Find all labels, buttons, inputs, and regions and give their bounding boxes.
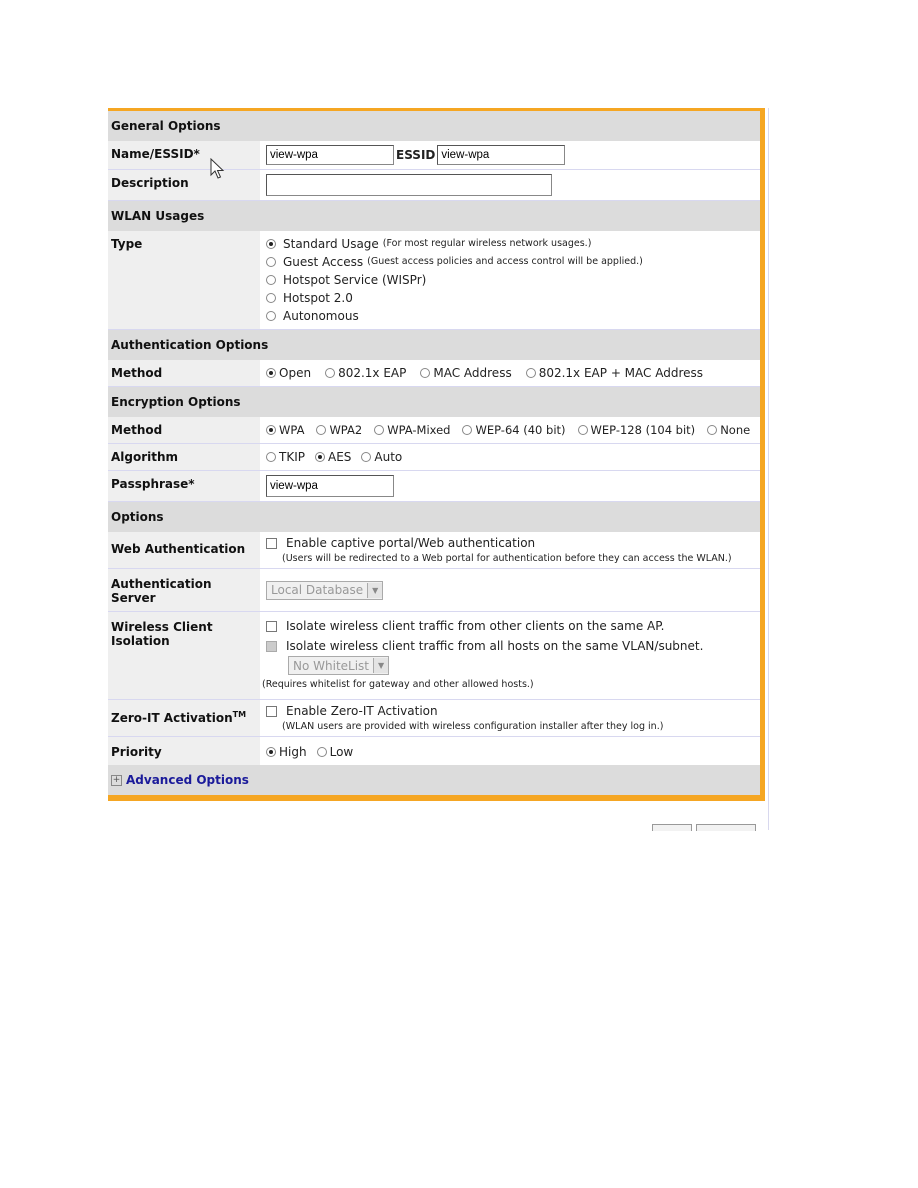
row-web-authentication: Web Authentication Enable captive portal…	[108, 532, 760, 569]
advanced-options-toggle[interactable]: + Advanced Options	[108, 765, 760, 795]
row-zero-it: Zero-IT ActivationTM Enable Zero-IT Acti…	[108, 700, 760, 737]
radio-icon[interactable]	[316, 747, 327, 757]
encryption-method-label: Method	[108, 417, 260, 443]
section-wlan-usages: WLAN Usages	[108, 201, 760, 231]
row-passphrase: Passphrase*	[108, 471, 760, 502]
auth-server-label: Authentication Server	[108, 569, 260, 611]
radio-icon[interactable]	[325, 368, 336, 378]
page-edge-line	[768, 108, 769, 830]
passphrase-label: Passphrase*	[108, 471, 260, 501]
enc-option-wpa[interactable]: WPA	[266, 423, 304, 437]
priority-label: Priority	[108, 737, 260, 765]
algorithm-label: Algorithm	[108, 444, 260, 470]
type-option-standard[interactable]: Standard Usage (For most regular wireles…	[266, 235, 754, 253]
type-label: Type	[108, 231, 260, 329]
section-options: Options	[108, 502, 760, 532]
whitelist-note: (Requires whitelist for gateway and othe…	[262, 679, 534, 690]
radio-icon[interactable]	[266, 293, 276, 303]
row-client-isolation: Wireless Client Isolation Isolate wirele…	[108, 612, 760, 700]
algo-option-aes[interactable]: AES	[314, 450, 351, 464]
priority-option-high[interactable]: High	[266, 745, 307, 759]
web-auth-note: (Users will be redirected to a Web porta…	[282, 553, 732, 564]
web-auth-option[interactable]: Enable captive portal/Web authentication	[266, 536, 754, 550]
row-encryption-method: Method WPA WPA2 WPA-Mixed WEP-64 (40 bit…	[108, 417, 760, 444]
description-label: Description	[108, 170, 260, 200]
radio-icon[interactable]	[314, 452, 325, 462]
wlan-config-panel: General Options Name/ESSID* ESSID Descri…	[108, 108, 765, 801]
priority-option-low[interactable]: Low	[316, 745, 353, 759]
section-encryption-options: Encryption Options	[108, 387, 760, 417]
name-input[interactable]	[266, 145, 394, 165]
auth-server-select[interactable]: Local Database ▼	[266, 580, 384, 600]
isolation-vlan-option[interactable]: Isolate wireless client traffic from all…	[266, 636, 754, 656]
enc-option-wpa-mixed[interactable]: WPA-Mixed	[374, 423, 450, 437]
radio-icon[interactable]	[707, 425, 718, 435]
type-option-guest[interactable]: Guest Access (Guest access policies and …	[266, 253, 754, 271]
chevron-down-icon: ▼	[373, 658, 389, 673]
checkbox-icon[interactable]	[266, 620, 277, 632]
checkbox-icon[interactable]	[266, 640, 277, 652]
checkbox-icon[interactable]	[266, 705, 277, 717]
row-priority: Priority High Low	[108, 737, 760, 765]
enc-option-none[interactable]: None	[707, 423, 750, 437]
passphrase-input[interactable]	[266, 475, 394, 497]
zero-it-label: Zero-IT ActivationTM	[108, 700, 260, 736]
auth-option-eap-mac[interactable]: 802.1x EAP + MAC Address	[525, 366, 703, 380]
radio-icon[interactable]	[266, 425, 276, 435]
mouse-pointer-icon	[210, 158, 225, 179]
radio-icon[interactable]	[266, 311, 276, 321]
enc-option-wep128[interactable]: WEP-128 (104 bit)	[577, 423, 695, 437]
essid-label: ESSID	[396, 148, 436, 162]
whitelist-select[interactable]: No WhiteList ▼	[288, 656, 390, 675]
isolation-label: Wireless Client Isolation	[108, 612, 260, 699]
algo-option-auto[interactable]: Auto	[361, 450, 402, 464]
isolation-ap-option[interactable]: Isolate wireless client traffic from oth…	[266, 616, 754, 636]
row-auth-server: Authentication Server Local Database ▼	[108, 569, 760, 612]
row-type: Type Standard Usage (For most regular wi…	[108, 231, 760, 330]
description-input[interactable]	[266, 174, 552, 196]
radio-icon[interactable]	[525, 368, 536, 378]
footer-button-right[interactable]	[696, 824, 756, 831]
radio-icon[interactable]	[577, 425, 588, 435]
row-auth-method: Method Open 802.1x EAP MAC Address 802.1…	[108, 360, 760, 387]
zero-it-option[interactable]: Enable Zero-IT Activation	[266, 704, 754, 718]
footer-button-left[interactable]	[652, 824, 692, 831]
auth-option-open[interactable]: Open	[266, 366, 311, 380]
radio-icon[interactable]	[266, 452, 276, 462]
auth-option-mac-address[interactable]: MAC Address	[420, 366, 512, 380]
section-authentication-options: Authentication Options	[108, 330, 760, 360]
radio-icon[interactable]	[462, 425, 473, 435]
row-name-essid: Name/ESSID* ESSID	[108, 141, 760, 170]
enc-option-wpa2[interactable]: WPA2	[316, 423, 362, 437]
zero-it-note: (WLAN users are provided with wireless c…	[282, 721, 664, 732]
advanced-options-link[interactable]: Advanced Options	[126, 773, 249, 787]
radio-icon[interactable]	[374, 425, 385, 435]
chevron-down-icon: ▼	[367, 582, 383, 598]
expand-plus-icon[interactable]: +	[111, 774, 122, 786]
radio-icon[interactable]	[266, 368, 276, 378]
auth-option-8021x-eap[interactable]: 802.1x EAP	[325, 366, 406, 380]
name-essid-label: Name/ESSID*	[108, 141, 260, 169]
auth-method-label: Method	[108, 360, 260, 386]
panel-bottom-bar	[108, 795, 760, 801]
radio-icon[interactable]	[266, 257, 276, 267]
web-auth-label: Web Authentication	[108, 532, 260, 568]
checkbox-icon[interactable]	[266, 537, 277, 549]
essid-input[interactable]	[437, 145, 566, 165]
type-option-autonomous[interactable]: Autonomous	[266, 307, 754, 325]
algo-option-tkip[interactable]: TKIP	[266, 450, 305, 464]
type-option-hotspot-wispr[interactable]: Hotspot Service (WISPr)	[266, 271, 754, 289]
radio-icon[interactable]	[266, 275, 276, 285]
section-general-options: General Options	[108, 111, 760, 141]
radio-icon[interactable]	[266, 747, 276, 757]
radio-icon[interactable]	[420, 368, 431, 378]
type-option-hotspot-2[interactable]: Hotspot 2.0	[266, 289, 754, 307]
row-description: Description	[108, 170, 760, 201]
radio-icon[interactable]	[316, 425, 327, 435]
radio-icon[interactable]	[266, 239, 276, 249]
radio-icon[interactable]	[361, 452, 372, 462]
row-algorithm: Algorithm TKIP AES Auto	[108, 444, 760, 471]
enc-option-wep64[interactable]: WEP-64 (40 bit)	[462, 423, 566, 437]
trademark-mark: TM	[232, 710, 247, 719]
